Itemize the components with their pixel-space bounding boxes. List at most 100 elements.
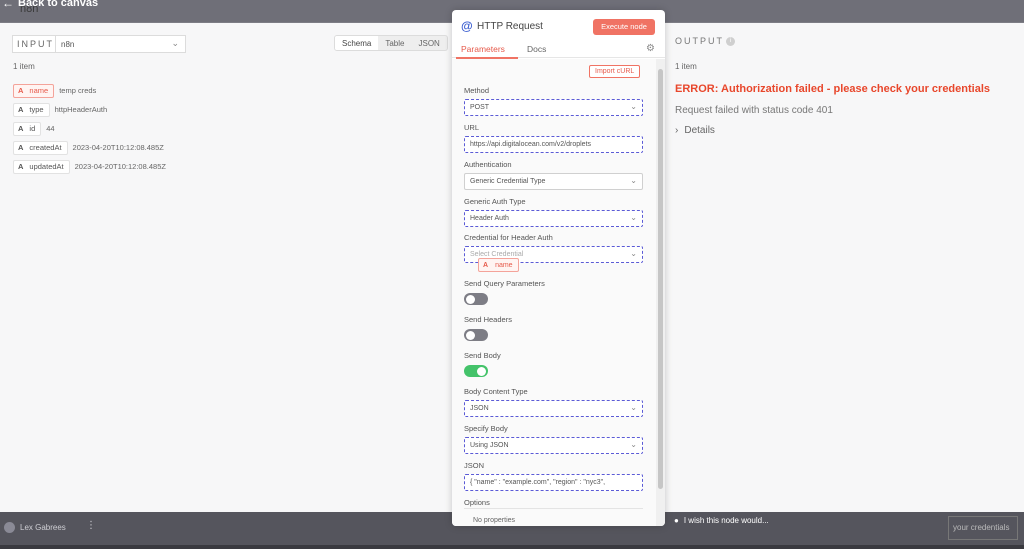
dragged-field-name: name <box>495 261 513 269</box>
json-value: { "name" : "example.com", "region" : "ny… <box>470 479 606 486</box>
node-title[interactable]: HTTP Request <box>477 21 543 32</box>
send-headers-toggle[interactable] <box>464 329 488 341</box>
background-creds-text: your credentials <box>948 516 1018 540</box>
generic-auth-type-select[interactable]: Header Auth ⌄ <box>464 210 643 227</box>
scrollbar[interactable] <box>656 59 665 526</box>
schema-list: A name temp creds A type httpHeaderAuth … <box>13 81 166 176</box>
body-content-type-field: Body Content Type JSON ⌄ <box>464 387 643 417</box>
node-settings-panel: @ HTTP Request Execute node Parameters D… <box>452 10 665 526</box>
url-field: URL https://api.digitalocean.com/v2/drop… <box>464 123 643 153</box>
authentication-label: Authentication <box>464 160 512 169</box>
parameters-form: Import cURL Method POST ⌄ URL https://ap… <box>452 59 656 526</box>
schema-field-name: type <box>29 105 44 114</box>
info-icon[interactable]: i <box>726 37 735 46</box>
import-curl-button[interactable]: Import cURL <box>589 65 641 78</box>
input-panel: INPUT n8n ⌄ Schema Table JSON 1 item A n… <box>0 23 452 512</box>
avatar <box>4 522 15 533</box>
url-input[interactable]: https://api.digitalocean.com/v2/droplets <box>464 136 643 153</box>
back-to-canvas-label: Back to canvas <box>18 0 99 9</box>
schema-row: A name temp creds <box>13 81 166 100</box>
feedback-link[interactable]: ● I wish this node would... <box>674 516 769 525</box>
schema-field-name: id <box>29 124 36 133</box>
input-items-count: 1 item <box>13 62 35 71</box>
chevron-down-icon: ⌄ <box>630 440 637 449</box>
authentication-select[interactable]: Generic Credential Type ⌄ <box>464 173 643 190</box>
schema-row: A id 44 <box>13 119 166 138</box>
tab-json[interactable]: JSON <box>411 36 446 50</box>
schema-field-pill[interactable]: A name <box>13 83 55 98</box>
gear-icon[interactable]: ⚙ <box>646 43 655 54</box>
authentication-value: Generic Credential Type <box>470 178 546 185</box>
string-type-icon: A <box>18 162 24 171</box>
execute-node-button[interactable]: Execute node <box>593 19 655 35</box>
back-to-canvas-link[interactable]: ← Back to canvas <box>2 0 98 10</box>
kebab-icon[interactable]: ⋮ <box>86 520 96 531</box>
schema-field-value: httpHeaderAuth <box>54 105 108 114</box>
user-name: Lex Gabrees <box>20 523 66 532</box>
credential-placeholder: Select Credential <box>470 251 524 258</box>
credential-label: Credential for Header Auth <box>464 233 553 242</box>
schema-field-name: updatedAt <box>29 162 64 171</box>
authentication-field: Authentication Generic Credential Type ⌄ <box>464 160 643 190</box>
string-type-icon: A <box>18 143 24 152</box>
output-panel-label: OUTPUT <box>675 36 724 46</box>
method-value: POST <box>470 104 490 111</box>
toggle-knob <box>477 366 486 376</box>
schema-field-pill[interactable]: A updatedAt <box>13 159 70 174</box>
feedback-label: I wish this node would... <box>683 516 769 525</box>
node-tabs: Parameters Docs ⚙ <box>452 40 665 59</box>
send-headers-label: Send Headers <box>464 315 512 324</box>
specify-body-label: Specify Body <box>464 424 508 433</box>
method-label: Method <box>464 86 490 95</box>
background-strip <box>0 545 1024 549</box>
send-body-label: Send Body <box>464 351 501 360</box>
string-type-icon: A <box>18 124 24 133</box>
view-tabs: Schema Table JSON <box>334 35 448 51</box>
json-field: JSON { "name" : "example.com", "region" … <box>464 461 643 491</box>
schema-field-value: temp creds <box>59 86 97 95</box>
http-request-icon: @ <box>461 19 473 33</box>
specify-body-value: Using JSON <box>470 442 509 449</box>
body-content-type-select[interactable]: JSON ⌄ <box>464 400 643 417</box>
chevron-right-icon: › <box>675 125 679 136</box>
url-value: https://api.digitalocean.com/v2/droplets <box>470 141 592 148</box>
node-header: @ HTTP Request Execute node Parameters D… <box>452 10 665 59</box>
schema-field-name: name <box>29 86 49 95</box>
output-panel: OUTPUT i 1 item ERROR: Authorization fai… <box>665 23 1024 512</box>
method-select[interactable]: POST ⌄ <box>464 99 643 116</box>
generic-auth-type-field: Generic Auth Type Header Auth ⌄ <box>464 197 643 227</box>
tab-parameters[interactable]: Parameters <box>461 44 505 54</box>
back-arrow-icon: ← <box>2 0 14 10</box>
schema-field-pill[interactable]: A type <box>13 102 50 117</box>
send-body-toggle[interactable] <box>464 365 488 377</box>
details-toggle[interactable]: › Details <box>675 125 715 136</box>
generic-auth-type-label: Generic Auth Type <box>464 197 526 206</box>
dragged-field-pill[interactable]: A name <box>478 258 519 272</box>
schema-field-name: createdAt <box>29 143 62 152</box>
body-content-type-value: JSON <box>470 405 489 412</box>
details-label: Details <box>684 125 715 136</box>
string-type-icon: A <box>18 86 24 95</box>
schema-field-value: 2023-04-20T10:12:08.485Z <box>72 143 164 152</box>
generic-auth-type-value: Header Auth <box>470 215 509 222</box>
tab-table[interactable]: Table <box>378 36 411 50</box>
schema-row: A type httpHeaderAuth <box>13 100 166 119</box>
tab-schema[interactable]: Schema <box>335 36 379 50</box>
send-query-toggle[interactable] <box>464 293 488 305</box>
string-type-icon: A <box>483 261 489 269</box>
specify-body-select[interactable]: Using JSON ⌄ <box>464 437 643 454</box>
chevron-down-icon: ⌄ <box>630 102 637 111</box>
method-field: Method POST ⌄ <box>464 86 643 116</box>
toggle-knob <box>466 330 475 340</box>
schema-field-pill[interactable]: A createdAt <box>13 140 68 155</box>
chevron-down-icon: ⌄ <box>630 213 637 222</box>
input-source-value: n8n <box>61 40 75 49</box>
json-editor[interactable]: { "name" : "example.com", "region" : "ny… <box>464 474 643 491</box>
schema-field-value: 44 <box>46 124 55 133</box>
tab-docs[interactable]: Docs <box>527 44 546 54</box>
schema-field-pill[interactable]: A id <box>13 121 42 136</box>
schema-field-value: 2023-04-20T10:12:08.485Z <box>74 162 166 171</box>
scrollbar-thumb[interactable] <box>658 69 663 489</box>
schema-row: A updatedAt 2023-04-20T10:12:08.485Z <box>13 157 166 176</box>
input-source-select[interactable]: n8n ⌄ <box>55 35 186 53</box>
